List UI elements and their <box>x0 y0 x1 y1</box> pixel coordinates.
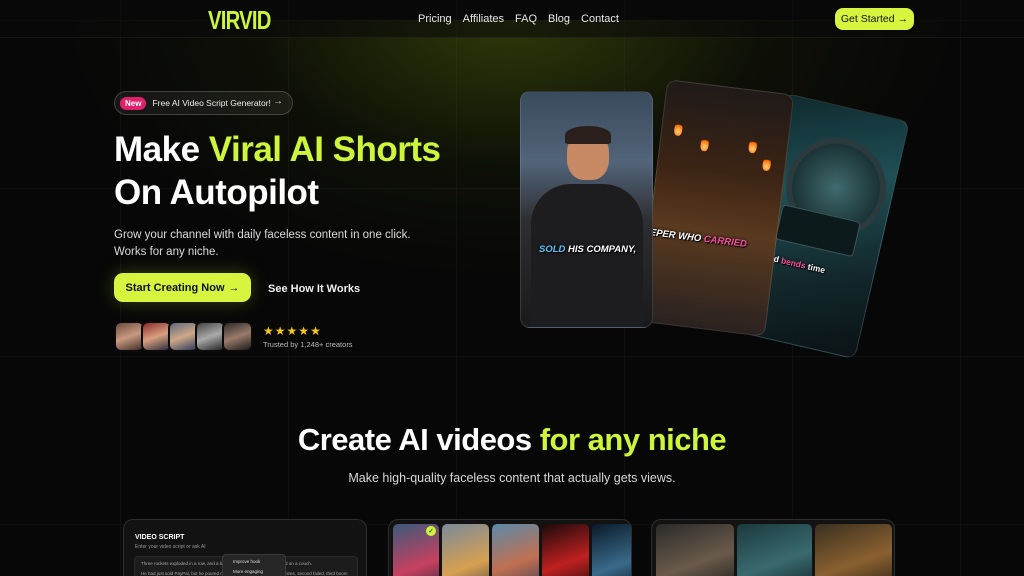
style-thumbnail[interactable] <box>442 524 489 576</box>
video-caption: SOLD HIS COMPANY, <box>539 244 636 255</box>
check-icon: ✓ <box>426 526 436 536</box>
preview-thumbnail[interactable] <box>815 524 892 576</box>
start-creating-button[interactable]: Start Creating Now → <box>114 273 251 302</box>
style-panel: ✓ <box>388 519 632 576</box>
nav-link-affiliates[interactable]: Affiliates <box>463 13 504 25</box>
hero-title-line2: On Autopilot <box>114 173 319 212</box>
caption-highlight: SOLD <box>539 244 566 255</box>
flame-image <box>761 156 772 172</box>
hero-subtitle-line2: Works for any niche. <box>114 246 219 258</box>
nav-link-pricing[interactable]: Pricing <box>418 13 452 25</box>
hero-subtitle: Grow your channel with daily faceless co… <box>114 227 434 261</box>
style-thumbnail[interactable] <box>592 524 631 576</box>
video-card-company[interactable]: SOLD HIS COMPANY, <box>520 91 653 328</box>
top-nav: VIRVID Pricing Affiliates FAQ Blog Conta… <box>0 0 1024 38</box>
caption-highlight: CARRIED <box>703 233 748 250</box>
hero-subtitle-line1: Grow your channel with daily faceless co… <box>114 229 411 241</box>
start-creating-label: Start Creating Now <box>125 281 225 294</box>
rating-stars: ★ ★ ★ ★ ★ <box>263 324 321 338</box>
trusted-by-text: Trusted by 1,248+ creators <box>263 340 353 349</box>
flame-image <box>699 136 710 152</box>
script-panel: VIDEO SCRIPT Enter your video script or … <box>123 519 367 576</box>
caption-post: time <box>804 260 827 276</box>
menu-item-more-engaging[interactable]: More engaging <box>233 569 263 574</box>
hero-title-part1: Make <box>114 130 209 169</box>
arrow-right-icon: → <box>897 13 909 25</box>
star-icon: ★ <box>274 324 286 338</box>
get-started-button[interactable]: Get Started → <box>835 8 914 30</box>
star-icon: ★ <box>286 324 298 338</box>
get-started-label: Get Started <box>840 13 895 25</box>
star-icon: ★ <box>298 324 310 338</box>
section-title-accent: for any niche <box>539 422 727 457</box>
see-how-it-works-link[interactable]: See How It Works <box>268 283 360 295</box>
script-line: d on a couch. <box>285 561 313 566</box>
preview-thumbnail[interactable] <box>737 524 812 576</box>
script-panel-title: VIDEO SCRIPT <box>135 534 185 541</box>
script-panel-subtitle: Enter your video script or ask AI <box>135 544 206 550</box>
arrow-right-icon: → <box>228 281 240 294</box>
preview-thumbnail[interactable] <box>656 524 734 576</box>
star-icon: ★ <box>263 324 274 338</box>
menu-item-improve-hook[interactable]: Improve hook <box>233 559 260 564</box>
hero-title: Make Viral AI Shorts On Autopilot <box>114 128 514 214</box>
flame-image <box>748 138 758 154</box>
flame-image <box>673 121 684 137</box>
section-title-part1: Create AI videos <box>297 422 540 457</box>
nav-link-faq[interactable]: FAQ <box>515 13 537 25</box>
preview-panel <box>651 519 895 576</box>
nav-links: Pricing Affiliates FAQ Blog Contact <box>418 13 630 25</box>
section-title: Create AI videos for any niche <box>0 422 1024 458</box>
creator-avatars <box>114 321 253 352</box>
nav-link-contact[interactable]: Contact <box>581 13 619 25</box>
section-subtitle: Make high-quality faceless content that … <box>348 471 676 485</box>
new-badge: New <box>120 96 147 110</box>
logo[interactable]: VIRVID <box>208 5 271 36</box>
caption-rest: HIS COMPANY, <box>565 244 637 255</box>
character-body <box>531 184 643 327</box>
announcement-pill[interactable]: New Free AI Video Script Generator! → <box>114 91 293 115</box>
arrow-right-icon: → <box>273 96 283 107</box>
hero-title-accent: Viral AI Shorts <box>208 130 441 169</box>
ai-suggest-menu: Improve hook More engaging <box>222 554 286 576</box>
nav-link-blog[interactable]: Blog <box>548 13 570 25</box>
style-thumbnail[interactable] <box>492 524 539 576</box>
character-hair <box>565 126 611 144</box>
video-caption: EEPER WHO CARRIED <box>643 226 748 250</box>
star-icon: ★ <box>310 324 321 338</box>
style-thumbnail[interactable] <box>542 524 589 576</box>
caption-highlight: bends <box>780 255 807 271</box>
announcement-text: Free AI Video Script Generator! <box>152 98 271 108</box>
script-line: hires, second failed, third boom <box>285 571 348 576</box>
avatar <box>222 321 253 352</box>
